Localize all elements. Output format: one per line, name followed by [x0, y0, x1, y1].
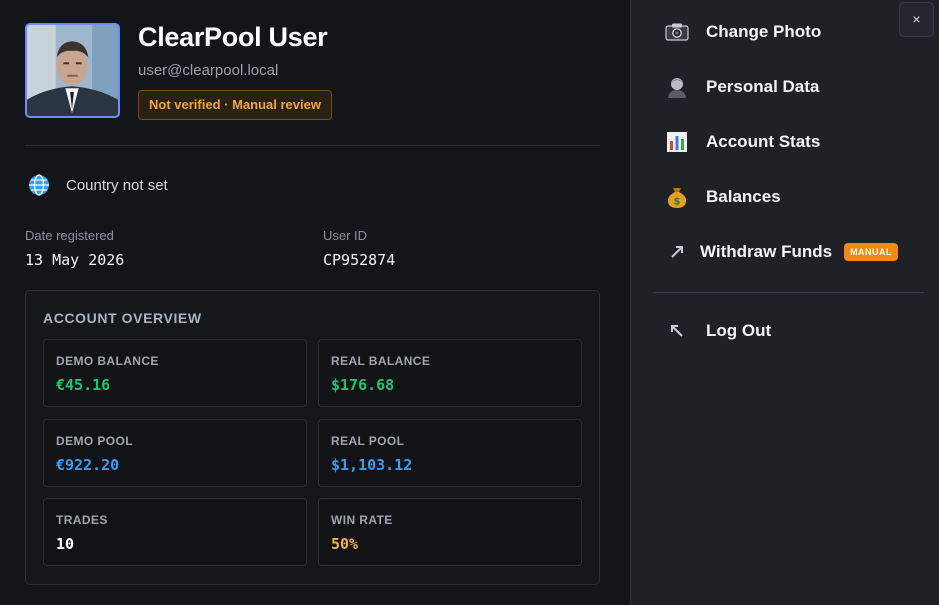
menu-item-personal-data[interactable]: Personal Data — [665, 72, 819, 102]
menu-item-balances[interactable]: $ Balances — [665, 182, 781, 212]
manual-badge: MANUAL — [844, 243, 899, 261]
real-balance-card: REAL BALANCE $176.68 — [318, 339, 582, 407]
menu-item-label: Withdraw Funds — [700, 242, 833, 261]
menu-item-label: Personal Data — [706, 77, 820, 96]
card-label: WIN RATE — [331, 513, 393, 527]
menu-item-label: Balances — [706, 187, 781, 206]
verification-status-badge: Not verified · Manual review — [138, 90, 332, 120]
menu-item-log-out[interactable]: Log Out — [665, 316, 771, 346]
card-value: 50% — [331, 535, 359, 553]
close-button[interactable]: × — [899, 2, 934, 37]
card-value: €922.20 — [56, 456, 120, 474]
svg-text:$: $ — [674, 197, 681, 208]
profile-panel: ClearPool User user@clearpool.local Not … — [0, 0, 630, 605]
card-label: DEMO BALANCE — [56, 354, 159, 368]
money-bag-icon: $ — [665, 185, 689, 209]
real-pool-card: REAL POOL $1,103.12 — [318, 419, 582, 487]
arrow-up-left-icon — [665, 319, 689, 343]
profile-divider — [25, 145, 600, 146]
card-label: REAL POOL — [331, 434, 405, 448]
menu-divider — [653, 292, 924, 293]
account-overview-section: ACCOUNT OVERVIEW DEMO BALANCE €45.16 REA… — [25, 290, 600, 585]
country-text: Country not set — [66, 176, 168, 194]
card-value: $176.68 — [331, 376, 395, 394]
menu-item-withdraw-funds[interactable]: Withdraw Funds MANUAL — [665, 237, 899, 267]
menu-item-label: Log Out — [706, 321, 772, 340]
card-value: €45.16 — [56, 376, 111, 394]
person-icon — [665, 75, 689, 99]
bar-chart-icon — [665, 130, 689, 154]
account-menu-panel: × Change Photo Personal Data Account Sta… — [630, 0, 939, 605]
date-registered-label: Date registered — [25, 228, 114, 243]
arrow-up-right-icon — [665, 240, 689, 264]
trades-card: TRADES 10 — [43, 498, 307, 566]
country-row: Country not set — [28, 174, 168, 196]
user-email: user@clearpool.local — [138, 62, 279, 79]
win-rate-card: WIN RATE 50% — [318, 498, 582, 566]
avatar-photo — [27, 25, 118, 116]
card-label: TRADES — [56, 513, 108, 527]
menu-item-account-stats[interactable]: Account Stats — [665, 127, 820, 157]
globe-icon — [29, 174, 49, 196]
card-value: 10 — [56, 535, 75, 553]
account-overview-title: ACCOUNT OVERVIEW — [43, 310, 202, 326]
user-name: ClearPool User — [138, 22, 328, 52]
demo-balance-card: DEMO BALANCE €45.16 — [43, 339, 307, 407]
menu-item-label: Change Photo — [706, 22, 822, 41]
user-id-value: CP952874 — [323, 251, 396, 269]
menu-item-label: Account Stats — [706, 132, 821, 151]
card-value: $1,103.12 — [331, 456, 413, 474]
user-id-label: User ID — [323, 228, 368, 243]
avatar[interactable] — [25, 23, 120, 118]
date-registered-value: 13 May 2026 — [25, 251, 125, 269]
demo-pool-card: DEMO POOL €922.20 — [43, 419, 307, 487]
card-label: DEMO POOL — [56, 434, 133, 448]
camera-icon — [665, 20, 689, 44]
card-label: REAL BALANCE — [331, 354, 431, 368]
menu-item-change-photo[interactable]: Change Photo — [665, 17, 821, 47]
